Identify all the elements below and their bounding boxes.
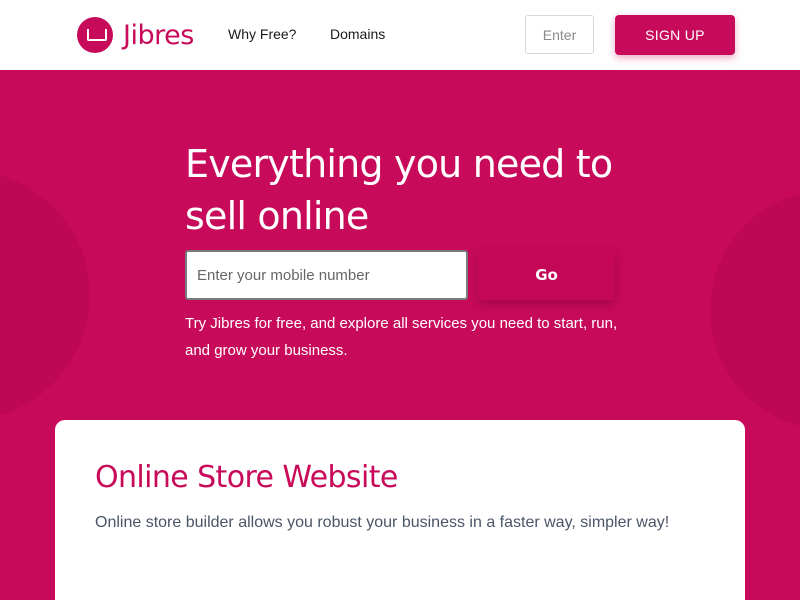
brand-logo-link[interactable]: Jibres (77, 17, 194, 53)
brand-name: Jibres (123, 19, 194, 51)
nav-domains[interactable]: Domains (330, 26, 385, 42)
feature-card: Online Store Website Online store builde… (55, 420, 745, 600)
nav-why-free[interactable]: Why Free? (228, 26, 296, 42)
go-button[interactable]: Go (478, 250, 615, 300)
card-description: Online store builder allows you robust y… (95, 514, 670, 531)
top-header: Jibres Why Free? Domains Enter SIGN UP (0, 0, 800, 70)
decorative-circle-right (710, 190, 800, 430)
hero-title: Everything you need to sell online (185, 142, 613, 238)
enter-button[interactable]: Enter (525, 15, 594, 54)
jibres-logo-icon (77, 17, 113, 53)
card-title: Online Store Website (95, 460, 398, 495)
hero-section: Everything you need to sell online Go Tr… (0, 70, 800, 600)
signup-button[interactable]: SIGN UP (615, 15, 735, 55)
decorative-circle-left (0, 170, 90, 420)
mobile-number-input[interactable] (185, 250, 468, 300)
hero-description: Try Jibres for free, and explore all ser… (185, 315, 618, 359)
